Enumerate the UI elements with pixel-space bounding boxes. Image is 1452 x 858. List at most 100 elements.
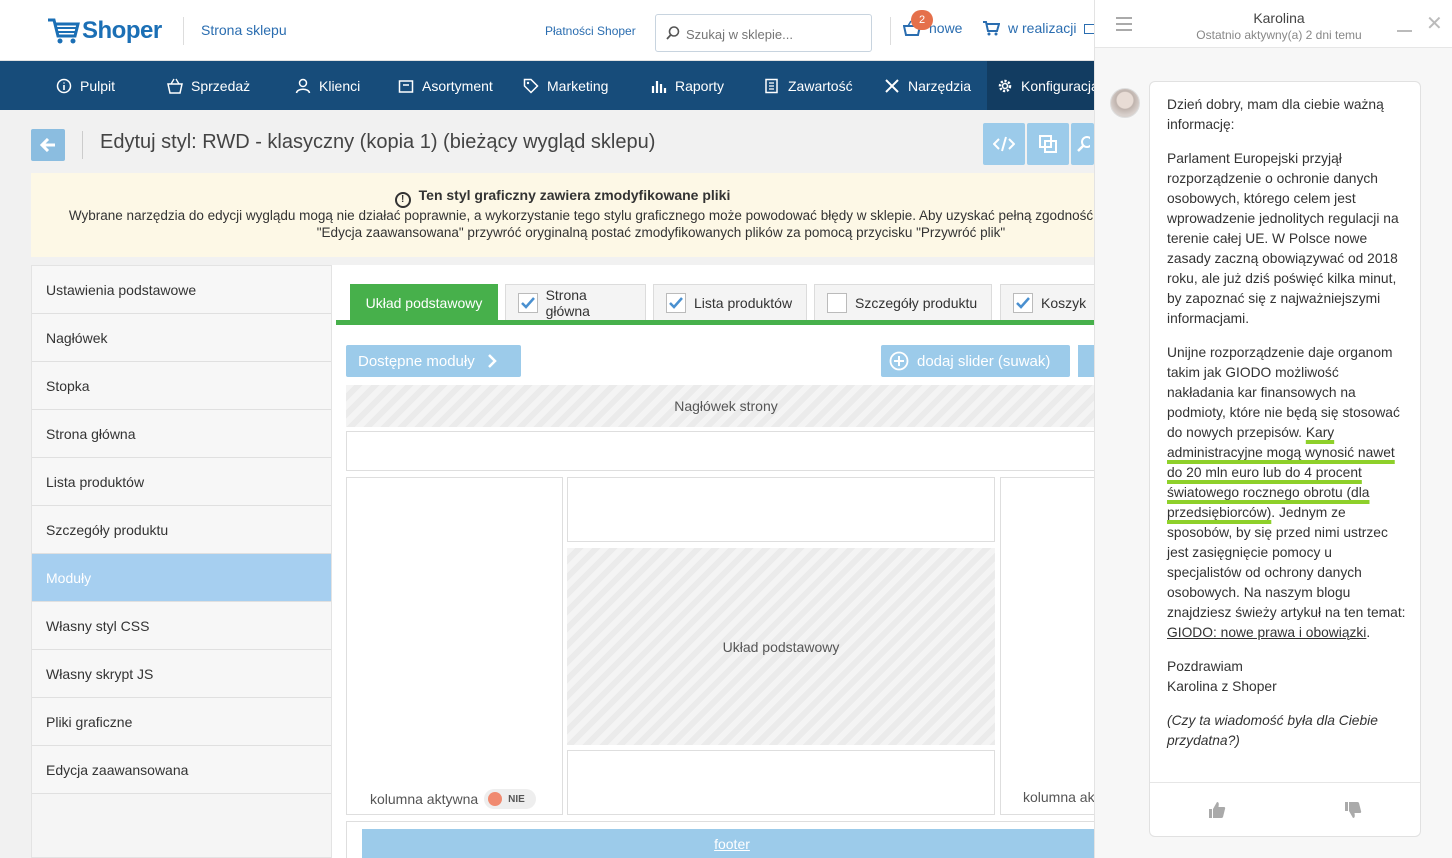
shoper-logo[interactable]: Shoper: [46, 14, 162, 48]
back-button[interactable]: [31, 129, 65, 161]
tag-icon: [523, 78, 539, 94]
sidebar-item-header[interactable]: Nagłówek: [32, 314, 331, 362]
modified-files-warning: ! Ten styl graficzny zawiera zmodyfikowan…: [31, 173, 1094, 257]
nav-item-konfiguracja[interactable]: Konfiguracja: [987, 61, 1109, 110]
nav-item-pulpit[interactable]: Pulpit: [56, 61, 115, 110]
copy-button[interactable]: [1027, 123, 1069, 165]
sidebar-item-custom-js[interactable]: Własny skrypt JS: [32, 650, 331, 698]
nav-item-narzedzia[interactable]: Narzędzia: [884, 61, 971, 110]
checkmark-icon: [669, 296, 683, 309]
signoff-line: Pozdrawiam: [1167, 659, 1243, 674]
tab-basic-layout[interactable]: Układ podstawowy: [350, 284, 498, 320]
add-slider-button[interactable]: dodaj slider (suwak): [881, 345, 1070, 377]
feedback-bar: [1150, 782, 1420, 837]
nav-item-klienci[interactable]: Klienci: [295, 61, 360, 110]
page-title: Edytuj styl: RWD - klasyczny (kopia 1) (…: [100, 131, 656, 153]
center-top-slot[interactable]: [567, 477, 995, 542]
nav-item-sprzedaz[interactable]: Sprzedaż: [167, 61, 250, 110]
column-active-toggle[interactable]: NIE: [484, 789, 537, 809]
center-layout-area[interactable]: Układ podstawowy: [567, 548, 995, 745]
checkbox-checked[interactable]: [518, 292, 538, 313]
center-bottom-slot[interactable]: [567, 750, 995, 815]
message-greeting: Dzień dobry, mam dla ciebie ważną inform…: [1167, 97, 1384, 132]
search-icon: [1076, 136, 1090, 152]
style-sidebar-menu: Ustawienia podstawowe Nagłówek Stopka St…: [31, 265, 332, 858]
thumbs-up-icon[interactable]: [1208, 801, 1226, 819]
chat-message: Dzień dobry, mam dla ciebie ważną inform…: [1167, 95, 1409, 765]
box-icon: [398, 79, 414, 93]
thumbs-down-icon[interactable]: [1344, 801, 1362, 819]
giodo-article-link[interactable]: GIODO: nowe prawa i obowiązki: [1167, 625, 1366, 640]
checkbox-checked[interactable]: [666, 292, 686, 313]
cart-logo-icon: [48, 18, 80, 44]
more-button[interactable]: [1078, 345, 1094, 377]
sidebar-item-advanced-edit[interactable]: Edycja zaawansowana: [32, 746, 331, 794]
warning-text-line1: Wybrane narzędzia do edycji wyglądu mogą…: [68, 208, 1094, 223]
tab-cart[interactable]: Koszyk: [1000, 284, 1094, 320]
sidebar-item-modules[interactable]: Moduły: [32, 554, 331, 602]
tab-underline: [336, 320, 1094, 325]
info-icon: [56, 78, 72, 93]
close-icon[interactable]: ✕: [1426, 14, 1443, 34]
gear-icon: [998, 79, 1012, 92]
tab-product-list[interactable]: Lista produktów: [653, 284, 807, 320]
tab-label: Lista produktów: [694, 294, 793, 311]
nav-label: Pulpit: [80, 77, 116, 94]
document-icon: [765, 78, 778, 93]
checkbox-unchecked[interactable]: [827, 292, 847, 313]
payments-link[interactable]: Płatności Shoper: [545, 24, 636, 38]
nav-item-zawartosc[interactable]: Zawartość: [764, 61, 853, 110]
minimize-icon[interactable]: [1397, 18, 1412, 32]
sidebar-item-product-list[interactable]: Lista produktów: [32, 458, 331, 506]
preview-button[interactable]: [1071, 123, 1094, 165]
tab-homepage[interactable]: Strona główna: [505, 284, 646, 320]
logo-text: Shoper: [82, 17, 162, 44]
new-orders-badge: 2: [911, 10, 933, 30]
tab-label: Szczegóły produktu: [855, 294, 978, 311]
search-icon: [666, 26, 680, 40]
footer-link[interactable]: footer: [362, 829, 1094, 858]
right-column[interactable]: [1000, 477, 1094, 815]
sidebar-item-basic-settings[interactable]: Ustawienia podstawowe: [32, 266, 331, 314]
message-paragraph-2: Unijne rozporządzenie daje organom takim…: [1167, 343, 1409, 643]
search-box[interactable]: [655, 14, 872, 52]
user-icon: [295, 78, 311, 93]
sidebar-item-image-files[interactable]: Pliki graficzne: [32, 698, 331, 746]
code-button[interactable]: [983, 123, 1025, 165]
left-column[interactable]: [346, 477, 563, 815]
plus-circle-icon: [889, 351, 909, 371]
code-icon: [993, 136, 1015, 152]
checkbox-checked[interactable]: [1013, 292, 1033, 313]
copy-icon: [1039, 135, 1057, 153]
sidebar-item-product-details[interactable]: Szczegóły produktu: [32, 506, 331, 554]
message-text: . Jednym ze sposobów, by się przed nimi …: [1167, 505, 1406, 620]
nav-item-raporty[interactable]: Raporty: [651, 61, 724, 110]
tab-label: Strona główna: [545, 286, 590, 319]
column-active-toggle-row: kolumna aktywna NIE: [370, 789, 537, 809]
message-signoff: Pozdrawiam Karolina z Shoper: [1167, 657, 1409, 697]
sidebar-item-custom-css[interactable]: Własny styl CSS: [32, 602, 331, 650]
store-link[interactable]: Strona sklepu: [201, 22, 287, 38]
feedback-question: (Czy ta wiadomość była dla Ciebie przyda…: [1167, 713, 1378, 748]
nav-label: Konfiguracja: [1021, 77, 1099, 94]
basket-icon: [167, 78, 183, 94]
chevron-right-icon: [487, 354, 497, 368]
sidebar-item-homepage[interactable]: Strona główna: [32, 410, 331, 458]
warning-title: Ten styl graficzny zawiera zmodyfikowane…: [418, 187, 731, 203]
nav-label: Sprzedaż: [191, 77, 251, 94]
page-header-area[interactable]: Nagłówek strony: [346, 385, 1094, 427]
sidebar-item-footer[interactable]: Stopka: [32, 362, 331, 410]
nav-label: Zawartość: [788, 77, 853, 94]
agent-avatar: [1110, 88, 1140, 118]
checkmark-icon: [1016, 296, 1030, 309]
message-text: Unijne rozporządzenie daje organom takim…: [1167, 345, 1400, 440]
in-progress-label: w realizacji: [1008, 20, 1077, 36]
nav-item-marketing[interactable]: Marketing: [523, 61, 608, 110]
available-modules-button[interactable]: Dostępne moduły: [346, 345, 521, 377]
cart-icon: [983, 21, 1000, 36]
module-row[interactable]: [346, 431, 1094, 471]
tab-product-details[interactable]: Szczegóły produktu: [814, 284, 992, 320]
in-progress-link[interactable]: w realizacji: [982, 20, 1076, 36]
nav-item-asortyment[interactable]: Asortyment: [398, 61, 493, 110]
search-input[interactable]: [686, 23, 866, 45]
